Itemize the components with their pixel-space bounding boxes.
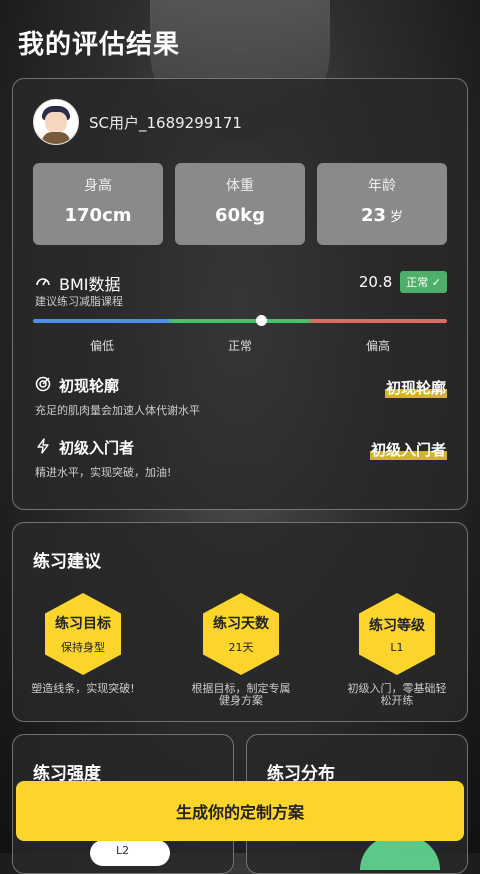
level-tag: 初级入门者: [369, 439, 447, 460]
user-row: SC用户_1689299171: [33, 99, 242, 145]
hex-value: 21天: [228, 641, 254, 654]
bmi-value-row: 20.8 正常 ✓: [359, 271, 447, 293]
stat-unit: 岁: [390, 210, 404, 225]
hex-value: L1: [390, 640, 404, 654]
generate-plan-button[interactable]: 生成你的定制方案: [16, 781, 464, 841]
advice-level: 练习等级 L1 初级入门，零基础轻松开练: [327, 593, 467, 707]
bolt-icon: [35, 437, 51, 458]
hex-desc: 根据目标，制定专属健身方案: [191, 682, 291, 707]
item-title: 初级入门者: [59, 439, 135, 457]
distribution-peek-label: 30%: [400, 842, 425, 855]
item-subtitle: 充足的肌肉量会加速人体代谢水平: [35, 404, 200, 417]
bmi-title: BMI数据: [59, 275, 121, 294]
assessment-card: SC用户_1689299171 身高 170cm 体重 60kg 年龄 23 岁 …: [12, 78, 468, 510]
bmi-subtitle: 建议练习减脂课程: [35, 295, 123, 308]
item-title: 初现轮廓: [59, 377, 120, 395]
hex-desc: 塑造线条，实现突破!: [31, 682, 135, 695]
target-icon: [35, 376, 51, 396]
avatar[interactable]: [33, 99, 79, 145]
hex-title: 练习等级: [369, 617, 425, 634]
stat-label: 体重: [226, 178, 254, 194]
hex-title: 练习天数: [213, 616, 269, 632]
stat-value: 23: [360, 205, 387, 226]
hex-desc: 初级入门，零基础轻松开练: [347, 682, 447, 707]
hex-badge: 练习目标 保持身型: [45, 593, 121, 675]
bmi-scale-labels: 偏低 正常 偏高: [33, 337, 447, 354]
level-item: 初级入门者 精进水平，实现突破，加油!: [35, 437, 171, 480]
hex-badge: 练习天数 21天: [203, 593, 279, 675]
bmi-scale-bar: [33, 319, 447, 323]
stat-age: 年龄 23 岁: [317, 163, 447, 245]
scale-label-high: 偏高: [365, 339, 390, 353]
item-subtitle: 精进水平，实现突破，加油!: [35, 466, 172, 479]
check-icon: ✓: [431, 276, 441, 289]
stat-weight: 体重 60kg: [175, 163, 305, 245]
stat-value: 60kg: [215, 205, 265, 226]
bmi-value: 20.8: [358, 273, 393, 291]
body-shape-tag: 初现轮廓: [384, 377, 447, 398]
bmi-scale-marker: [256, 315, 267, 326]
stats-row: 身高 170cm 体重 60kg 年龄 23 岁: [33, 163, 447, 245]
hex-badge: 练习等级 L1: [359, 593, 435, 675]
hex-title: 练习目标: [55, 616, 111, 632]
stat-value: 170cm: [64, 205, 132, 226]
intensity-peek-label: L2: [116, 844, 130, 857]
status-badge: 正常 ✓: [400, 271, 447, 293]
advice-days: 练习天数 21天 根据目标，制定专属健身方案: [171, 593, 311, 707]
stat-label: 年龄: [368, 178, 396, 194]
bmi-header: BMI数据: [35, 271, 121, 295]
gauge-icon: [35, 273, 51, 293]
username: SC用户_1689299171: [89, 113, 242, 132]
advice-title: 练习建议: [33, 552, 101, 572]
stat-height: 身高 170cm: [33, 163, 163, 245]
advice-card: 练习建议 练习目标 保持身型 塑造线条，实现突破! 练习天数 21天 根据目标，…: [12, 522, 468, 722]
advice-goal: 练习目标 保持身型 塑造线条，实现突破!: [13, 593, 153, 695]
stat-label: 身高: [84, 178, 112, 194]
scale-label-low: 偏低: [89, 339, 114, 353]
body-shape-item: 初现轮廓 充足的肌肉量会加速人体代谢水平: [35, 375, 200, 418]
hex-value: 保持身型: [61, 641, 105, 654]
intensity-indicator: [90, 840, 170, 866]
page-title: 我的评估结果: [18, 30, 181, 60]
scale-label-normal: 正常: [227, 339, 252, 353]
